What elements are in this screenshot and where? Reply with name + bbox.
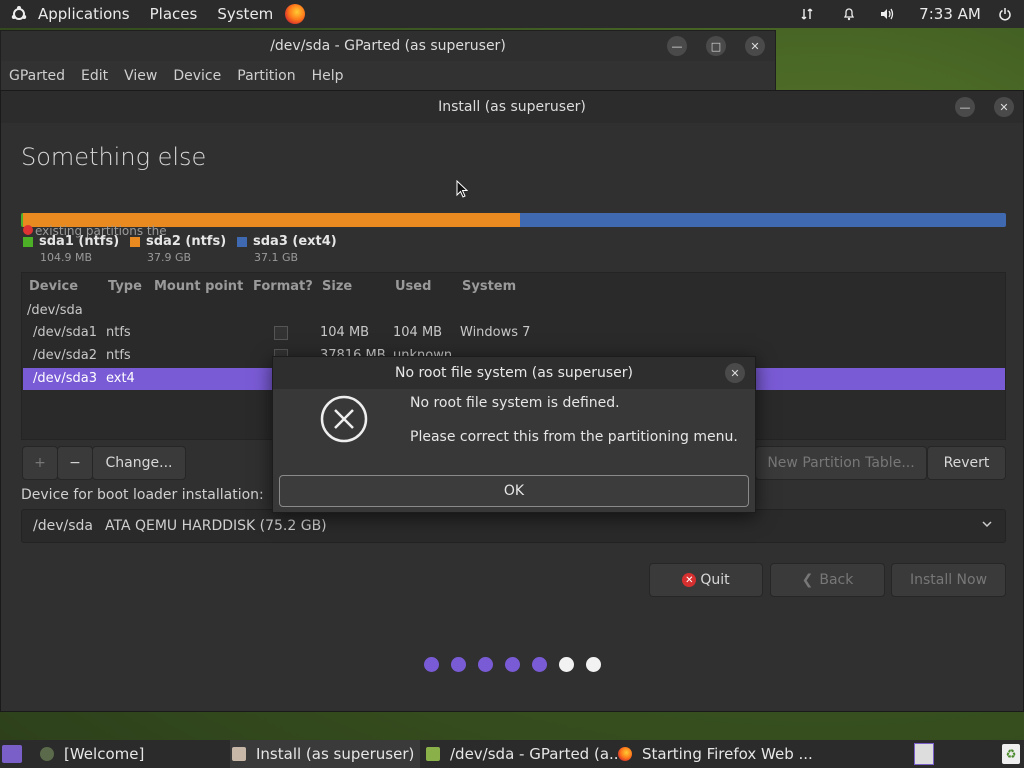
legend-label-sda2: sda2 (ntfs) [146,234,227,249]
remove-partition-button[interactable]: − [57,446,93,480]
column-header-device[interactable]: Device [29,279,78,294]
add-partition-button[interactable]: + [22,446,58,480]
ok-button[interactable]: OK [279,475,749,507]
legend-swatch-sda3 [237,237,247,247]
menu-help[interactable]: Help [304,68,352,84]
welcome-icon [40,747,54,761]
menu-partition[interactable]: Partition [229,68,303,84]
volume-icon[interactable] [876,0,898,28]
partition-bar [21,213,1006,227]
menu-device[interactable]: Device [165,68,229,84]
progress-dot-5 [532,657,547,672]
close-icon[interactable]: ✕ [725,363,745,383]
back-button[interactable]: ❮ Back [770,563,885,597]
column-header-mount-point[interactable]: Mount point [154,279,243,294]
dialog-title: No root file system (as superuser) [273,357,755,389]
menu-gparted[interactable]: GParted [1,68,73,84]
boot-loader-label: Device for boot loader installation: [21,487,264,503]
revert-button[interactable]: Revert [927,446,1006,480]
places-menu[interactable]: Places [140,0,208,28]
progress-dot-7 [586,657,601,672]
no-root-dialog: No root file system (as superuser) ✕ No … [272,356,756,513]
workspace-switcher-icon[interactable] [914,743,934,765]
change-partition-button[interactable]: Change... [92,446,186,480]
firefox-launcher-icon[interactable] [285,4,306,24]
column-header-system[interactable]: System [462,279,516,294]
gparted-menubar: GParted Edit View Device Partition Help [1,61,775,91]
chevron-down-icon [981,518,993,534]
clock[interactable]: 7:33 AM [916,0,984,28]
column-header-size[interactable]: Size [322,279,352,294]
top-panel: Applications Places System 7:33 AM [0,0,1024,28]
table-row-sda2-type: ntfs [106,348,131,363]
table-row-sda3-device[interactable]: /dev/sda3 [33,371,97,386]
legend-swatch-sda2 [130,237,140,247]
column-header-used[interactable]: Used [395,279,431,294]
column-header-format[interactable]: Format? [253,279,313,294]
applications-menu[interactable]: Applications [28,0,140,28]
quit-icon: ✕ [682,573,697,587]
boot-device: /dev/sda [33,518,93,534]
gparted-window: /dev/sda - GParted (as superuser) — □ ✕ … [0,30,776,91]
quit-button[interactable]: ✕ Quit [649,563,763,597]
dialog-message: No root file system is defined. [410,395,620,411]
progress-dot-4 [505,657,520,672]
menu-view[interactable]: View [116,68,165,84]
table-row-sda1-system: Windows 7 [460,325,531,340]
system-menu[interactable]: System [207,0,283,28]
ubuntu-logo-icon[interactable] [10,5,28,23]
legend-size-sda1: 104.9 MB [40,251,93,264]
power-icon[interactable] [994,0,1016,28]
task-firefox[interactable]: Starting Firefox Web ... [618,740,813,768]
legend-label-sda3: sda3 (ext4) [253,234,337,249]
column-header-type[interactable]: Type [108,279,142,294]
table-row-disk[interactable]: /dev/sda [27,303,83,318]
minimize-icon[interactable]: — [955,97,975,117]
table-row-sda3-type: ext4 [106,371,135,386]
progress-dot-2 [451,657,466,672]
install-now-button[interactable]: Install Now [891,563,1006,597]
legend-swatch-sda1 [23,237,33,247]
show-desktop-icon[interactable] [2,745,22,763]
legend-size-sda2: 37.9 GB [147,251,192,264]
trash-icon[interactable]: ♻ [1002,744,1020,764]
legend-label-sda1: sda1 (ntfs) [39,234,120,249]
boot-loader-select[interactable]: /dev/sda ATA QEMU HARDDISK (75.2 GB) [21,509,1006,543]
progress-dot-6 [559,657,574,672]
task-install[interactable]: Install (as superuser) [230,740,420,768]
firefox-icon [618,747,632,761]
new-partition-table-button[interactable]: New Partition Table... [755,446,927,480]
task-welcome[interactable]: [Welcome] [40,740,144,768]
table-row-sda1-used: 104 MB [393,325,443,340]
table-row-sda1-size: 104 MB [320,325,370,340]
bell-icon[interactable] [838,0,860,28]
install-title: Install (as superuser) [1,91,1023,123]
page-title: Something else [21,143,207,171]
back-arrow-icon: ❮ [801,572,814,588]
partition-segment-sda3 [520,213,1006,227]
error-circle-icon [319,394,369,448]
table-row-sda1-type: ntfs [106,325,131,340]
minimize-icon[interactable]: — [667,36,687,56]
menu-edit[interactable]: Edit [73,68,116,84]
installer-icon [232,747,246,761]
progress-dot-3 [478,657,493,672]
gparted-icon [426,747,440,761]
taskbar: [Welcome] Install (as superuser) /dev/sd… [0,740,1024,768]
table-row-sda1-device[interactable]: /dev/sda1 [33,325,97,340]
task-gparted[interactable]: /dev/sda - GParted (a... [426,740,623,768]
mouse-cursor-icon [456,179,469,202]
close-icon[interactable]: ✕ [994,97,1014,117]
table-row-sda2-device[interactable]: /dev/sda2 [33,348,97,363]
close-icon[interactable]: ✕ [745,36,765,56]
boot-device-description: ATA QEMU HARDDISK (75.2 GB) [104,518,327,534]
progress-dot-1 [424,657,439,672]
maximize-icon[interactable]: □ [706,36,726,56]
dialog-instruction: Please correct this from the partitionin… [410,429,738,445]
format-checkbox-sda1[interactable] [274,326,288,340]
legend-size-sda3: 37.1 GB [254,251,299,264]
gparted-title: /dev/sda - GParted (as superuser) [1,31,775,61]
network-icon[interactable] [796,0,818,28]
